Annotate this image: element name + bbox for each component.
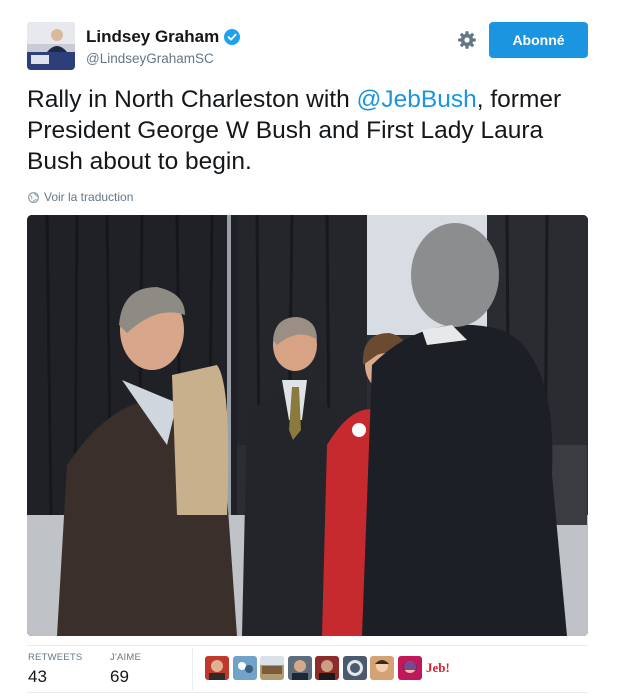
globe-icon (28, 192, 39, 203)
liker-avatar-1[interactable] (205, 656, 229, 680)
liker-avatar-6[interactable] (343, 656, 367, 680)
tweet-text: Rally in North Charleston with @JebBush,… (27, 84, 587, 177)
divider (27, 692, 588, 693)
liker-avatar-4[interactable] (288, 656, 312, 680)
translate-link[interactable]: Voir la traduction (28, 190, 133, 204)
divider (27, 645, 588, 646)
tweet-card: Lindsey Graham @LindseyGrahamSC (0, 0, 618, 698)
gear-icon[interactable] (457, 30, 477, 50)
jeb-logo[interactable]: Jeb! (426, 656, 452, 680)
tweet-text-part-1: Rally in North Charleston with (27, 86, 357, 113)
likes-label: J'AIME (110, 652, 141, 663)
liker-avatar-2[interactable] (233, 656, 257, 680)
translate-label: Voir la traduction (44, 190, 133, 204)
avatar[interactable] (27, 22, 75, 70)
likers-avatars: Jeb! (205, 656, 452, 680)
verified-badge-icon (224, 29, 240, 45)
liker-avatar-3[interactable] (260, 656, 284, 680)
retweets-count: 43 (28, 667, 82, 687)
retweets-label: RETWEETS (28, 652, 82, 663)
liker-avatar-7[interactable] (370, 656, 394, 680)
liker-avatar-5[interactable] (315, 656, 339, 680)
retweets-stat[interactable]: RETWEETS 43 (28, 652, 82, 687)
follow-button[interactable]: Abonné (489, 22, 588, 58)
user-handle[interactable]: @LindseyGrahamSC (86, 51, 214, 66)
tweet-photo[interactable] (27, 215, 588, 636)
likes-stat[interactable]: J'AIME 69 (110, 652, 141, 687)
stats-divider (192, 648, 193, 690)
liker-avatar-8[interactable] (398, 656, 422, 680)
likes-count: 69 (110, 667, 141, 687)
display-name[interactable]: Lindsey Graham (86, 27, 219, 47)
name-row: Lindsey Graham (86, 27, 240, 47)
mention-link[interactable]: @JebBush (357, 86, 477, 113)
